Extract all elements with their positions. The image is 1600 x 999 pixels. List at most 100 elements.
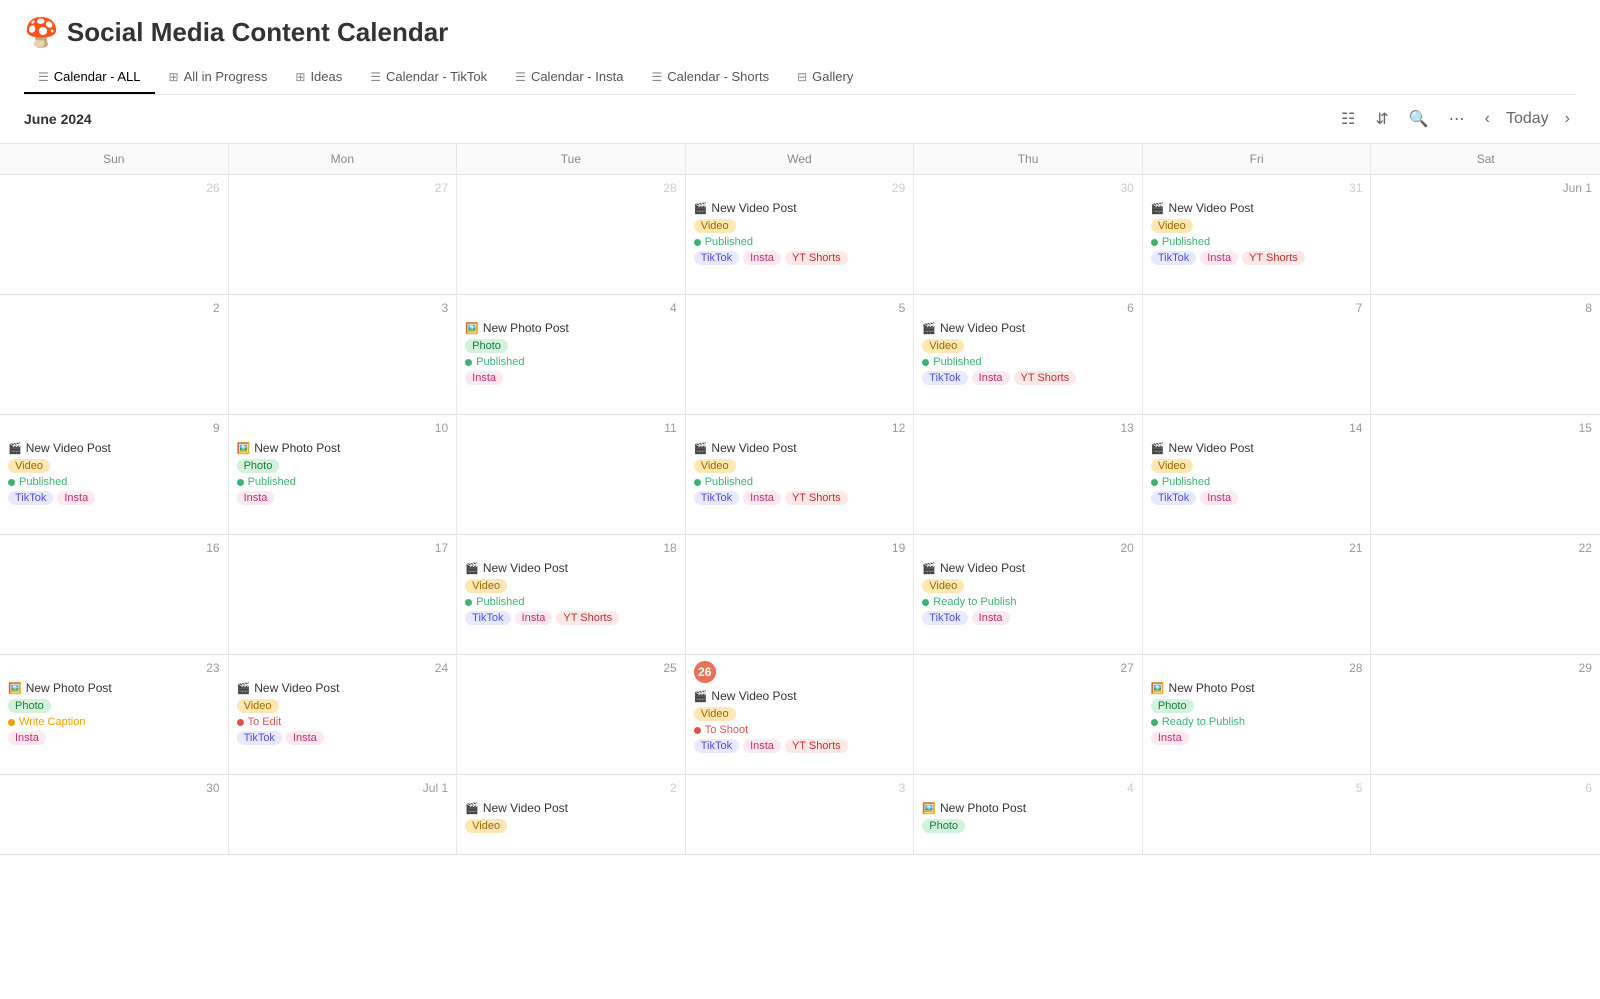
platform-tag-tiktok: TikTok (465, 611, 510, 625)
event-card[interactable]: 🖼️New Photo PostPhotoWrite CaptionInsta (8, 679, 220, 748)
event-status: Published (237, 476, 449, 488)
platform-tags: Insta (237, 490, 449, 506)
event-title: 🖼️New Photo Post (237, 441, 449, 455)
tab-gallery[interactable]: ⊟Gallery (783, 61, 867, 94)
type-tag-label: Video (694, 707, 736, 721)
status-dot (694, 239, 701, 246)
cell-date: 18 (465, 541, 677, 555)
cal-cell: 3 (686, 775, 915, 855)
prev-arrow[interactable]: ‹ (1479, 108, 1496, 130)
platform-tag-tiktok: TikTok (1151, 251, 1196, 265)
platform-tag-tiktok: TikTok (1151, 491, 1196, 505)
event-card[interactable]: 🎬New Video PostVideoPublishedTikTokInsta (1151, 439, 1363, 508)
type-tag: Video (1151, 217, 1363, 234)
platform-tags: TikTokInstaYT Shorts (1151, 250, 1363, 266)
tab-label-gallery: Gallery (812, 69, 853, 84)
next-arrow[interactable]: › (1559, 108, 1576, 130)
platform-tags: TikTokInstaYT Shorts (465, 610, 677, 626)
cell-date: 12 (694, 421, 906, 435)
platform-tag-insta: Insta (1200, 491, 1238, 505)
cell-date: 24 (237, 661, 449, 675)
cell-date: Jul 1 (237, 781, 449, 795)
platform-tag-tiktok: TikTok (922, 611, 967, 625)
event-emoji: 🖼️ (922, 802, 936, 815)
tab-label-calendar-shorts: Calendar - Shorts (667, 69, 769, 84)
platform-tag-insta: Insta (515, 611, 553, 625)
cell-date: 28 (1151, 661, 1363, 675)
cell-date: Jun 1 (1379, 181, 1592, 195)
event-card[interactable]: 🎬New Video PostVideo (465, 799, 677, 838)
event-card[interactable]: 🖼️New Photo PostPhoto (922, 799, 1134, 838)
type-tag-label: Video (1151, 459, 1193, 473)
status-label: Ready to Publish (933, 596, 1016, 608)
cell-date: 2 (8, 301, 220, 315)
type-tag: Video (694, 217, 906, 234)
filter-icon[interactable]: ☷ (1335, 105, 1361, 133)
status-label: Published (1162, 236, 1210, 248)
cell-date: 6 (922, 301, 1134, 315)
event-title-text: New Photo Post (1169, 681, 1255, 695)
today-button[interactable]: Today (1500, 106, 1555, 132)
platform-tags: TikTokInstaYT Shorts (694, 738, 906, 754)
cal-cell: 15 (1371, 415, 1600, 535)
status-dot (237, 719, 244, 726)
status-dot (8, 479, 15, 486)
cell-date: 13 (922, 421, 1134, 435)
cal-cell: 8 (1371, 295, 1600, 415)
type-tag-label: Video (1151, 219, 1193, 233)
cell-date: 30 (922, 181, 1134, 195)
header-sun: Sun (0, 144, 229, 175)
type-tag-label: Photo (237, 459, 280, 473)
platform-tags: TikTokInstaYT Shorts (694, 490, 906, 506)
tab-all-in-progress[interactable]: ⊞All in Progress (155, 61, 282, 94)
event-title-text: New Video Post (483, 561, 568, 575)
event-card[interactable]: 🎬New Video PostVideoPublishedTikTokInsta… (922, 319, 1134, 388)
event-card[interactable]: 🖼️New Photo PostPhotoPublishedInsta (465, 319, 677, 388)
tab-ideas[interactable]: ⊞Ideas (281, 61, 356, 94)
tab-calendar-tiktok[interactable]: ☰Calendar - TikTok (356, 61, 501, 94)
more-icon[interactable]: ⋯ (1443, 105, 1471, 133)
header-mon: Mon (229, 144, 458, 175)
tab-calendar-insta[interactable]: ☰Calendar - Insta (501, 61, 637, 94)
tab-label-all-in-progress: All in Progress (184, 69, 268, 84)
event-card[interactable]: 🖼️New Photo PostPhotoReady to PublishIns… (1151, 679, 1363, 748)
event-card[interactable]: 🎬New Video PostVideoPublishedTikTokInsta… (1151, 199, 1363, 268)
event-status: To Edit (237, 716, 449, 728)
sort-icon[interactable]: ⇵ (1369, 105, 1394, 133)
event-emoji: 🎬 (465, 802, 479, 815)
cell-date: 6 (1379, 781, 1592, 795)
event-title-text: New Video Post (711, 689, 796, 703)
platform-tag-insta: Insta (286, 731, 324, 745)
search-icon[interactable]: 🔍 (1403, 105, 1435, 133)
tab-icon-calendar-shorts: ☰ (651, 70, 662, 84)
tabs-bar: ☰Calendar - ALL⊞All in Progress⊞Ideas☰Ca… (24, 61, 1576, 95)
event-card[interactable]: 🎬New Video PostVideoPublishedTikTokInsta… (465, 559, 677, 628)
type-tag-label: Video (922, 579, 964, 593)
event-emoji: 🖼️ (237, 442, 251, 455)
event-card[interactable]: 🎬New Video PostVideoPublishedTikTokInsta (8, 439, 220, 508)
tab-calendar-all[interactable]: ☰Calendar - ALL (24, 61, 155, 94)
cell-date: 16 (8, 541, 220, 555)
platform-tags: Insta (465, 370, 677, 386)
cal-cell: 25 (457, 655, 686, 775)
event-card[interactable]: 🎬New Video PostVideoTo ShootTikTokInstaY… (694, 687, 906, 756)
event-card[interactable]: 🎬New Video PostVideoReady to PublishTikT… (922, 559, 1134, 628)
event-emoji: 🎬 (8, 442, 22, 455)
cal-cell: 26 (0, 175, 229, 295)
platform-tags: TikTokInstaYT Shorts (922, 370, 1134, 386)
status-label: Published (705, 236, 753, 248)
event-card[interactable]: 🎬New Video PostVideoPublishedTikTokInsta… (694, 439, 906, 508)
event-title: 🖼️New Photo Post (465, 321, 677, 335)
tab-label-calendar-tiktok: Calendar - TikTok (386, 69, 487, 84)
event-card[interactable]: 🎬New Video PostVideoPublishedTikTokInsta… (694, 199, 906, 268)
tab-calendar-shorts[interactable]: ☰ Calendar - Shorts (637, 61, 783, 94)
event-card[interactable]: 🖼️New Photo Post Photo Published Insta (237, 439, 449, 508)
event-title-text: New Video Post (940, 321, 1025, 335)
cal-cell: 26🎬New Video PostVideoTo ShootTikTokInst… (686, 655, 915, 775)
cal-cell: 6 (1371, 775, 1600, 855)
toolbar-right: ☷ ⇵ 🔍 ⋯ ‹ Today › (1335, 105, 1576, 133)
status-dot (8, 719, 15, 726)
cal-cell: 16 (0, 535, 229, 655)
event-card[interactable]: 🎬New Video PostVideoTo EditTikTokInsta (237, 679, 449, 748)
event-title: 🎬New Video Post (694, 689, 906, 703)
